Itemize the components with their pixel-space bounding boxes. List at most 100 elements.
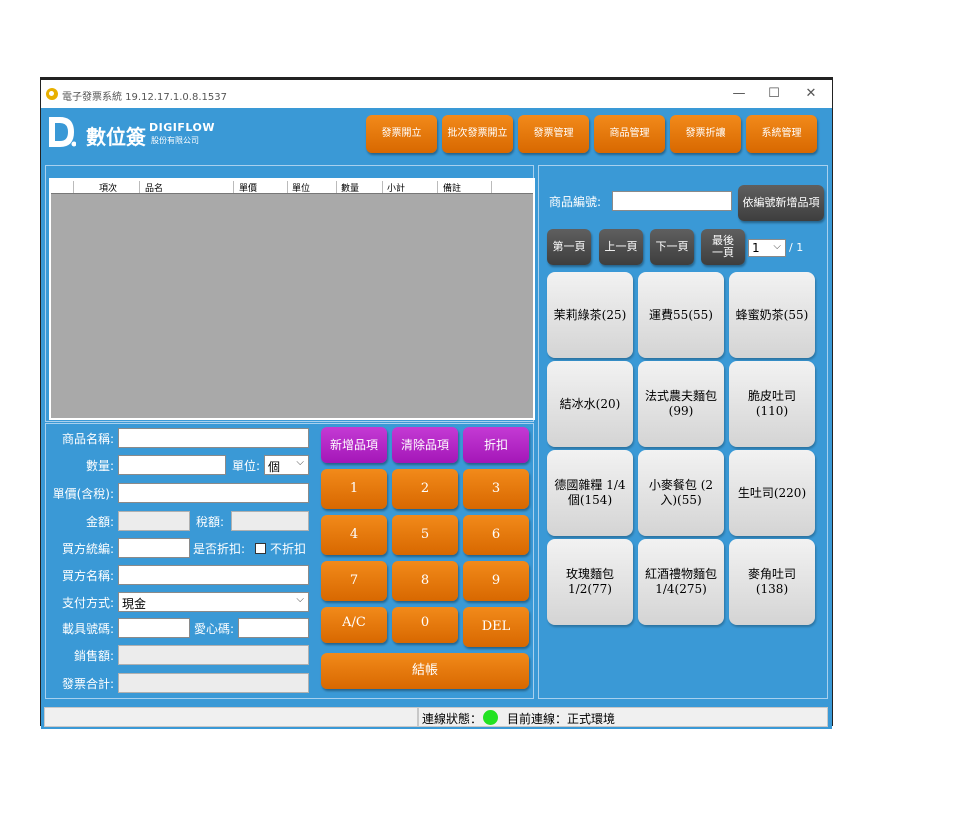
unit-price-label: 單價(含稅): bbox=[52, 487, 114, 501]
add-item-button[interactable]: 新增品項 bbox=[321, 427, 387, 463]
product-tile[interactable]: 紅酒禮物麵包 1/4(275) bbox=[638, 539, 724, 625]
product-tile[interactable]: 生吐司(220) bbox=[729, 450, 815, 536]
next-page-button[interactable]: 下一頁 bbox=[650, 229, 694, 265]
column-name[interactable]: 品名 bbox=[145, 181, 163, 194]
clear-item-button[interactable]: 清除品項 bbox=[392, 427, 458, 463]
total-label: 發票合計: bbox=[61, 677, 114, 691]
status-bar: 連線狀態： 目前連線：正式環境 bbox=[41, 705, 832, 729]
checkout-button[interactable]: 結帳 bbox=[321, 653, 529, 689]
payment-method-label: 支付方式: bbox=[61, 596, 114, 610]
amount-label: 金額: bbox=[85, 515, 114, 529]
product-code-input[interactable] bbox=[612, 191, 732, 211]
amount-input bbox=[118, 511, 190, 531]
product-tile[interactable]: 蜂蜜奶茶(55) bbox=[729, 272, 815, 358]
batch-issue-button[interactable]: 批次發票開立 bbox=[442, 115, 513, 153]
product-tile[interactable]: 運費55(55) bbox=[638, 272, 724, 358]
love-code-label: 愛心碼: bbox=[194, 622, 235, 636]
status-right-cell: 連線狀態： 目前連線：正式環境 bbox=[418, 707, 828, 727]
keypad-1-button[interactable]: 1 bbox=[321, 469, 387, 509]
grid-separator bbox=[336, 181, 337, 193]
page-select[interactable]: 1 ⌵ bbox=[748, 239, 786, 257]
entry-panel: 商品名稱: 數量: 單位: 個 ⌵ 單價(含稅): 金額: 稅額: 買方統編: … bbox=[45, 423, 534, 699]
keypad-5-button[interactable]: 5 bbox=[392, 515, 458, 555]
chevron-down-icon: ⌵ bbox=[296, 457, 304, 468]
product-code-label: 商品編號: bbox=[549, 195, 602, 209]
logo-icon bbox=[49, 117, 76, 147]
keypad-8-button[interactable]: 8 bbox=[392, 561, 458, 601]
payment-method-select[interactable]: 現金 ⌵ bbox=[118, 592, 309, 612]
system-management-button[interactable]: 系統管理 bbox=[746, 115, 817, 153]
column-quantity[interactable]: 數量 bbox=[341, 181, 359, 194]
unit-label: 單位: bbox=[232, 459, 261, 473]
connection-status-label: 連線狀態： bbox=[422, 712, 483, 726]
add-by-code-button[interactable]: 依編號新增品項 bbox=[738, 185, 824, 221]
love-code-input[interactable] bbox=[238, 618, 309, 638]
column-note[interactable]: 備註 bbox=[443, 181, 461, 194]
invoice-allowance-button[interactable]: 發票折讓 bbox=[670, 115, 741, 153]
sales-input bbox=[118, 645, 309, 665]
column-index[interactable]: 項次 bbox=[99, 181, 117, 194]
quantity-input[interactable] bbox=[118, 455, 226, 475]
product-tile[interactable]: 麥角吐司(138) bbox=[729, 539, 815, 625]
unit-price-input[interactable] bbox=[118, 483, 309, 503]
product-tile[interactable]: 茉莉綠茶(25) bbox=[547, 272, 633, 358]
logo-sub-text: 股份有限公司 bbox=[151, 136, 199, 145]
connection-status-icon bbox=[483, 710, 498, 725]
keypad-2-button[interactable]: 2 bbox=[392, 469, 458, 509]
column-unit[interactable]: 單位 bbox=[292, 181, 310, 194]
payment-method-value: 現金 bbox=[122, 597, 147, 611]
keypad-0-button[interactable]: 0 bbox=[392, 607, 458, 643]
unit-select[interactable]: 個 ⌵ bbox=[264, 455, 309, 475]
item-grid-panel: 項次 品名 單價 單位 數量 小計 備註 bbox=[45, 165, 535, 422]
column-unit-price[interactable]: 單價 bbox=[239, 181, 257, 194]
product-tile[interactable]: 小麥餐包 (2入)(55) bbox=[638, 450, 724, 536]
unit-select-value: 個 bbox=[268, 460, 281, 474]
grid-separator bbox=[139, 181, 140, 193]
buyer-name-label: 買方名稱: bbox=[61, 569, 114, 583]
logo-en-text: DIGIFLOW bbox=[149, 121, 215, 134]
app-icon bbox=[46, 88, 58, 100]
keypad-7-button[interactable]: 7 bbox=[321, 561, 387, 601]
maximize-button[interactable]: ☐ bbox=[759, 84, 789, 104]
prev-page-button[interactable]: 上一頁 bbox=[599, 229, 643, 265]
minimize-button[interactable]: — bbox=[724, 84, 754, 104]
keypad-6-button[interactable]: 6 bbox=[463, 515, 529, 555]
product-panel: 商品編號: 依編號新增品項 第一頁 上一頁 下一頁 最後一頁 1 ⌵ / 1 茉… bbox=[538, 165, 828, 699]
column-subtotal[interactable]: 小計 bbox=[387, 181, 405, 194]
title-bar: 電子發票系統 19.12.17.1.0.8.1537 — ☐ ✕ bbox=[41, 80, 832, 108]
grid-separator bbox=[382, 181, 383, 193]
carrier-input[interactable] bbox=[118, 618, 190, 638]
buyer-id-input[interactable] bbox=[118, 538, 190, 558]
product-tile[interactable]: 德國雜糧 1/4個(154) bbox=[547, 450, 633, 536]
grid-separator bbox=[233, 181, 234, 193]
app-window: 電子發票系統 19.12.17.1.0.8.1537 — ☐ ✕ 數位簽 DIG… bbox=[40, 77, 833, 729]
keypad-delete-button[interactable]: DEL bbox=[463, 607, 529, 647]
invoice-management-button[interactable]: 發票管理 bbox=[518, 115, 589, 153]
issue-invoice-button[interactable]: 發票開立 bbox=[366, 115, 437, 153]
window-title: 電子發票系統 19.12.17.1.0.8.1537 bbox=[62, 92, 227, 103]
product-tile[interactable]: 玫瑰麵包 1/2(77) bbox=[547, 539, 633, 625]
grid-separator bbox=[73, 181, 74, 193]
product-tile[interactable]: 脆皮吐司(110) bbox=[729, 361, 815, 447]
item-grid[interactable]: 項次 品名 單價 單位 數量 小計 備註 bbox=[49, 178, 535, 420]
product-name-input[interactable] bbox=[118, 428, 309, 448]
keypad-3-button[interactable]: 3 bbox=[463, 469, 529, 509]
buyer-id-label: 買方統編: bbox=[61, 542, 114, 556]
product-tile[interactable]: 法式農夫麵包(99) bbox=[638, 361, 724, 447]
product-tile[interactable]: 結冰水(20) bbox=[547, 361, 633, 447]
close-button[interactable]: ✕ bbox=[796, 84, 826, 104]
buyer-name-input[interactable] bbox=[118, 565, 309, 585]
keypad-4-button[interactable]: 4 bbox=[321, 515, 387, 555]
product-management-button[interactable]: 商品管理 bbox=[594, 115, 665, 153]
chevron-down-icon: ⌵ bbox=[773, 241, 781, 252]
no-discount-checkbox[interactable] bbox=[255, 543, 266, 554]
quantity-label: 數量: bbox=[85, 459, 114, 473]
main-area: 項次 品名 單價 單位 數量 小計 備註 商品名稱: 數量: 單位: 個 ⌵ 單… bbox=[41, 160, 832, 705]
keypad-clear-button[interactable]: A/C bbox=[321, 607, 387, 643]
keypad-9-button[interactable]: 9 bbox=[463, 561, 529, 601]
last-page-button[interactable]: 最後一頁 bbox=[701, 229, 745, 265]
status-left-cell bbox=[44, 707, 418, 727]
first-page-button[interactable]: 第一頁 bbox=[547, 229, 591, 265]
grid-separator bbox=[437, 181, 438, 193]
discount-button[interactable]: 折扣 bbox=[463, 427, 529, 463]
